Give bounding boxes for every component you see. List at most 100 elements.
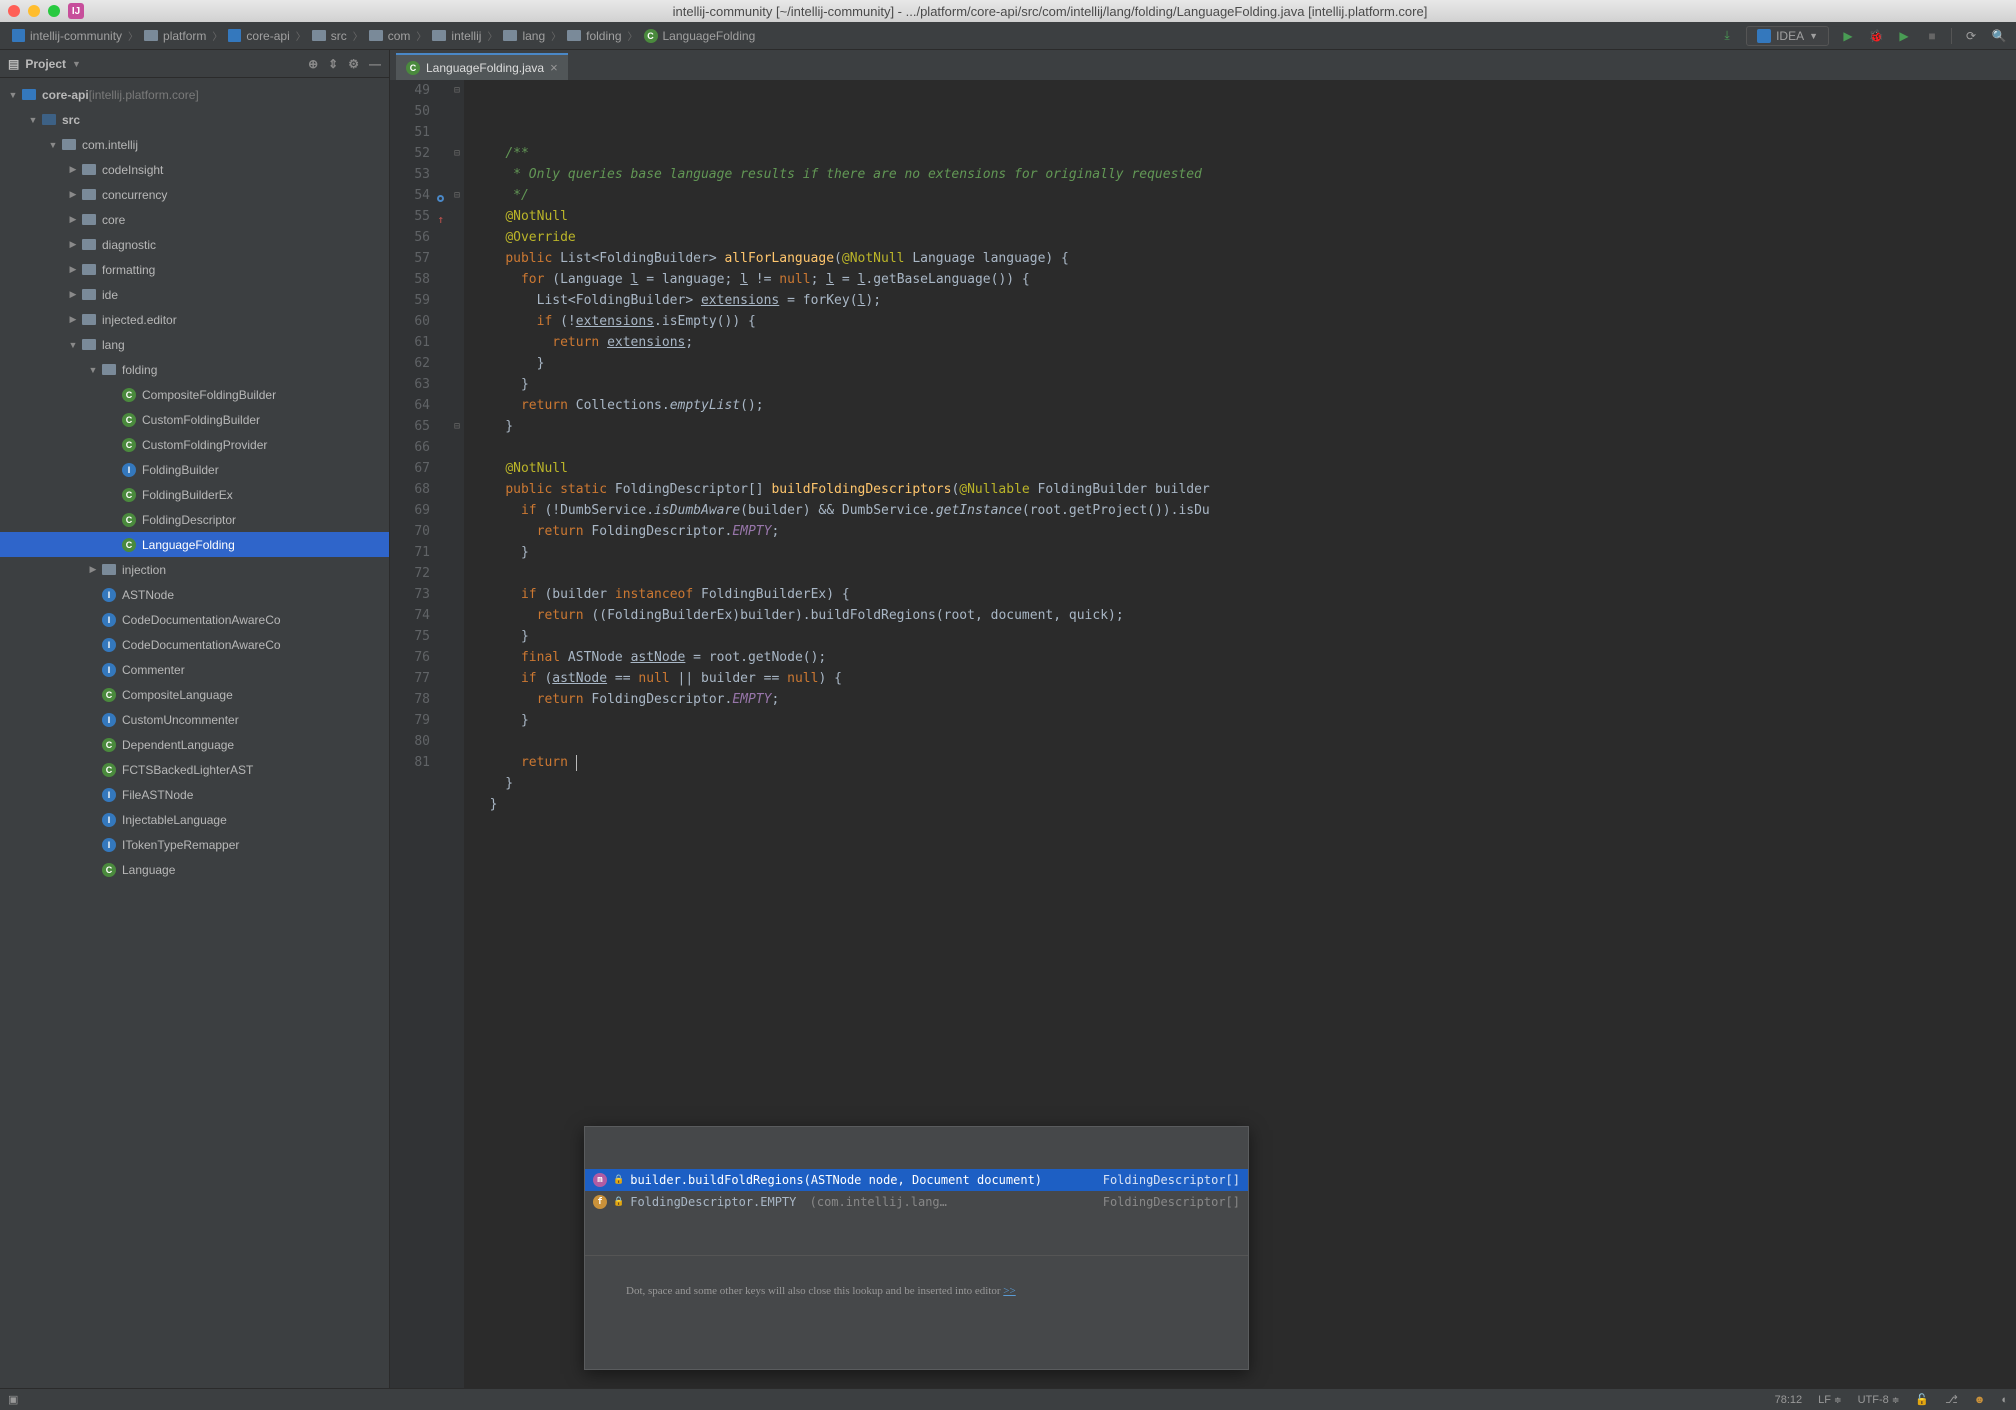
expand-arrow-icon[interactable]: ▶ <box>66 214 80 225</box>
tree-item[interactable]: ▼core-api [intellij.platform.core] <box>0 82 389 107</box>
tree-item[interactable]: CFoldingDescriptor <box>0 507 389 532</box>
tree-item[interactable]: ▶injection <box>0 557 389 582</box>
expand-arrow-icon[interactable]: ▶ <box>66 314 80 325</box>
git-branch-icon[interactable]: ⎇ <box>1945 1393 1958 1406</box>
tree-item[interactable]: IFoldingBuilder <box>0 457 389 482</box>
tree-item[interactable]: CCompositeFoldingBuilder <box>0 382 389 407</box>
close-tab-icon[interactable]: × <box>550 60 558 75</box>
breadcrumb-item[interactable]: intellij <box>428 27 485 45</box>
expand-arrow-icon[interactable]: ▶ <box>86 564 100 575</box>
debug-icon[interactable]: 🐞 <box>1867 27 1885 45</box>
package-icon <box>80 164 98 175</box>
tree-item[interactable]: ▶codeInsight <box>0 157 389 182</box>
caret-position[interactable]: 78:12 <box>1775 1394 1803 1406</box>
gear-icon[interactable]: ⚙ <box>348 57 359 71</box>
tree-item[interactable]: ICodeDocumentationAwareCo <box>0 607 389 632</box>
expand-arrow-icon[interactable]: ▶ <box>66 239 80 250</box>
tree-item[interactable]: IITokenTypeRemapper <box>0 832 389 857</box>
expand-arrow-icon[interactable]: ▶ <box>66 164 80 175</box>
tool-windows-quick-access-icon[interactable]: ▣ <box>8 1393 18 1406</box>
breadcrumb-label: platform <box>163 29 206 43</box>
tree-item[interactable]: ▶concurrency <box>0 182 389 207</box>
locate-icon[interactable]: ⊕ <box>308 57 318 71</box>
expand-all-icon[interactable]: ⇕ <box>328 57 338 71</box>
expand-arrow-icon[interactable]: ▼ <box>6 90 20 100</box>
expand-arrow-icon[interactable]: ▼ <box>66 340 80 350</box>
tab-label: LanguageFolding.java <box>426 61 544 75</box>
run-icon[interactable]: ▶ <box>1839 27 1857 45</box>
override-gutter-icon[interactable]: ↑ <box>432 188 444 200</box>
package-icon <box>80 264 98 275</box>
close-window-button[interactable] <box>8 5 20 17</box>
tree-item[interactable]: ICodeDocumentationAwareCo <box>0 632 389 657</box>
expand-arrow-icon[interactable]: ▼ <box>86 365 100 375</box>
tree-item[interactable]: IFileASTNode <box>0 782 389 807</box>
expand-arrow-icon[interactable]: ▶ <box>66 264 80 275</box>
completion-item[interactable]: f🔒FoldingDescriptor.EMPTY (com.intellij.… <box>585 1191 1248 1213</box>
run-configuration-selector[interactable]: IDEA ▼ <box>1746 26 1829 46</box>
file-encoding[interactable]: UTF-8 ≑ <box>1858 1394 1900 1406</box>
expand-arrow-icon[interactable]: ▼ <box>26 115 40 125</box>
breadcrumb-item[interactable]: folding <box>563 27 625 45</box>
tree-item[interactable]: ▼src <box>0 107 389 132</box>
tree-item[interactable]: CCustomFoldingProvider <box>0 432 389 457</box>
editor-tab[interactable]: C LanguageFolding.java × <box>396 53 568 80</box>
breadcrumb-item[interactable]: src <box>308 27 351 45</box>
expand-arrow-icon[interactable]: ▶ <box>66 189 80 200</box>
tree-item[interactable]: ICommenter <box>0 657 389 682</box>
tree-item[interactable]: CFCTSBackedLighterAST <box>0 757 389 782</box>
build-icon[interactable]: ⤓ <box>1718 27 1736 45</box>
tree-item[interactable]: ▶injected.editor <box>0 307 389 332</box>
tree-item[interactable]: ▼com.intellij <box>0 132 389 157</box>
tree-item[interactable]: ▶formatting <box>0 257 389 282</box>
hector-icon[interactable]: ☻ <box>1974 1394 1986 1406</box>
traffic-lights[interactable] <box>8 5 60 17</box>
search-everywhere-icon[interactable]: 🔍 <box>1990 27 2008 45</box>
tree-item[interactable]: ▼folding <box>0 357 389 382</box>
stop-icon[interactable]: ■ <box>1923 27 1941 45</box>
tree-item[interactable]: IASTNode <box>0 582 389 607</box>
project-tree[interactable]: ▼core-api [intellij.platform.core]▼src▼c… <box>0 78 389 1388</box>
tree-item[interactable]: CFoldingBuilderEx <box>0 482 389 507</box>
minimize-window-button[interactable] <box>28 5 40 17</box>
hide-icon[interactable]: — <box>369 57 381 71</box>
tree-item[interactable]: CCompositeLanguage <box>0 682 389 707</box>
readonly-lock-icon[interactable]: 🔓 <box>1915 1393 1929 1406</box>
expand-arrow-icon[interactable]: ▶ <box>66 289 80 300</box>
tree-item-label: CompositeLanguage <box>122 688 233 702</box>
tree-item-label: FoldingBuilderEx <box>142 488 233 502</box>
folder-icon <box>40 114 58 125</box>
tree-item[interactable]: ▼lang <box>0 332 389 357</box>
code-completion-popup[interactable]: m🔒builder.buildFoldRegions(ASTNode node,… <box>584 1126 1249 1370</box>
expand-arrow-icon[interactable]: ▼ <box>46 140 60 150</box>
breadcrumb-item[interactable]: platform <box>140 27 210 45</box>
run-coverage-icon[interactable]: ▶ <box>1895 27 1913 45</box>
tree-item[interactable]: CCustomFoldingBuilder <box>0 407 389 432</box>
chevron-down-icon[interactable]: ▼ <box>72 59 81 69</box>
breadcrumb-item[interactable]: com <box>365 27 415 45</box>
tree-item[interactable]: CLanguage <box>0 857 389 882</box>
completion-hint-link[interactable]: >> <box>1003 1285 1015 1297</box>
line-number-gutter[interactable]: 495051525354↑555657585960616263646566676… <box>390 80 450 1388</box>
completion-item[interactable]: m🔒builder.buildFoldRegions(ASTNode node,… <box>585 1169 1248 1191</box>
tree-item[interactable]: ▶core <box>0 207 389 232</box>
vcs-update-icon[interactable]: ⟳ <box>1962 27 1980 45</box>
breadcrumb-item[interactable]: lang <box>499 27 549 45</box>
folding-gutter[interactable]: ⊟⊟⊟⊟ <box>450 80 464 1388</box>
completion-text: FoldingDescriptor.EMPTY <box>630 1192 796 1213</box>
breadcrumb-label: intellij-community <box>30 29 122 43</box>
tree-item[interactable]: ICustomUncommenter <box>0 707 389 732</box>
tree-item[interactable]: CLanguageFolding <box>0 532 389 557</box>
memory-indicator-icon[interactable]: ◐ <box>2001 1394 2008 1406</box>
tree-item[interactable]: ▶diagnostic <box>0 232 389 257</box>
tree-item[interactable]: CDependentLanguage <box>0 732 389 757</box>
maximize-window-button[interactable] <box>48 5 60 17</box>
breadcrumb-label: folding <box>586 29 621 43</box>
breadcrumb-item[interactable]: intellij-community <box>8 27 126 45</box>
tree-item[interactable]: ▶ide <box>0 282 389 307</box>
code-editor[interactable]: /** * Only queries base language results… <box>464 80 2016 1388</box>
tree-item[interactable]: IInjectableLanguage <box>0 807 389 832</box>
line-separator[interactable]: LF ≑ <box>1818 1394 1841 1406</box>
breadcrumb-item[interactable]: core-api <box>224 27 293 45</box>
breadcrumb-item[interactable]: CLanguageFolding <box>640 27 760 45</box>
